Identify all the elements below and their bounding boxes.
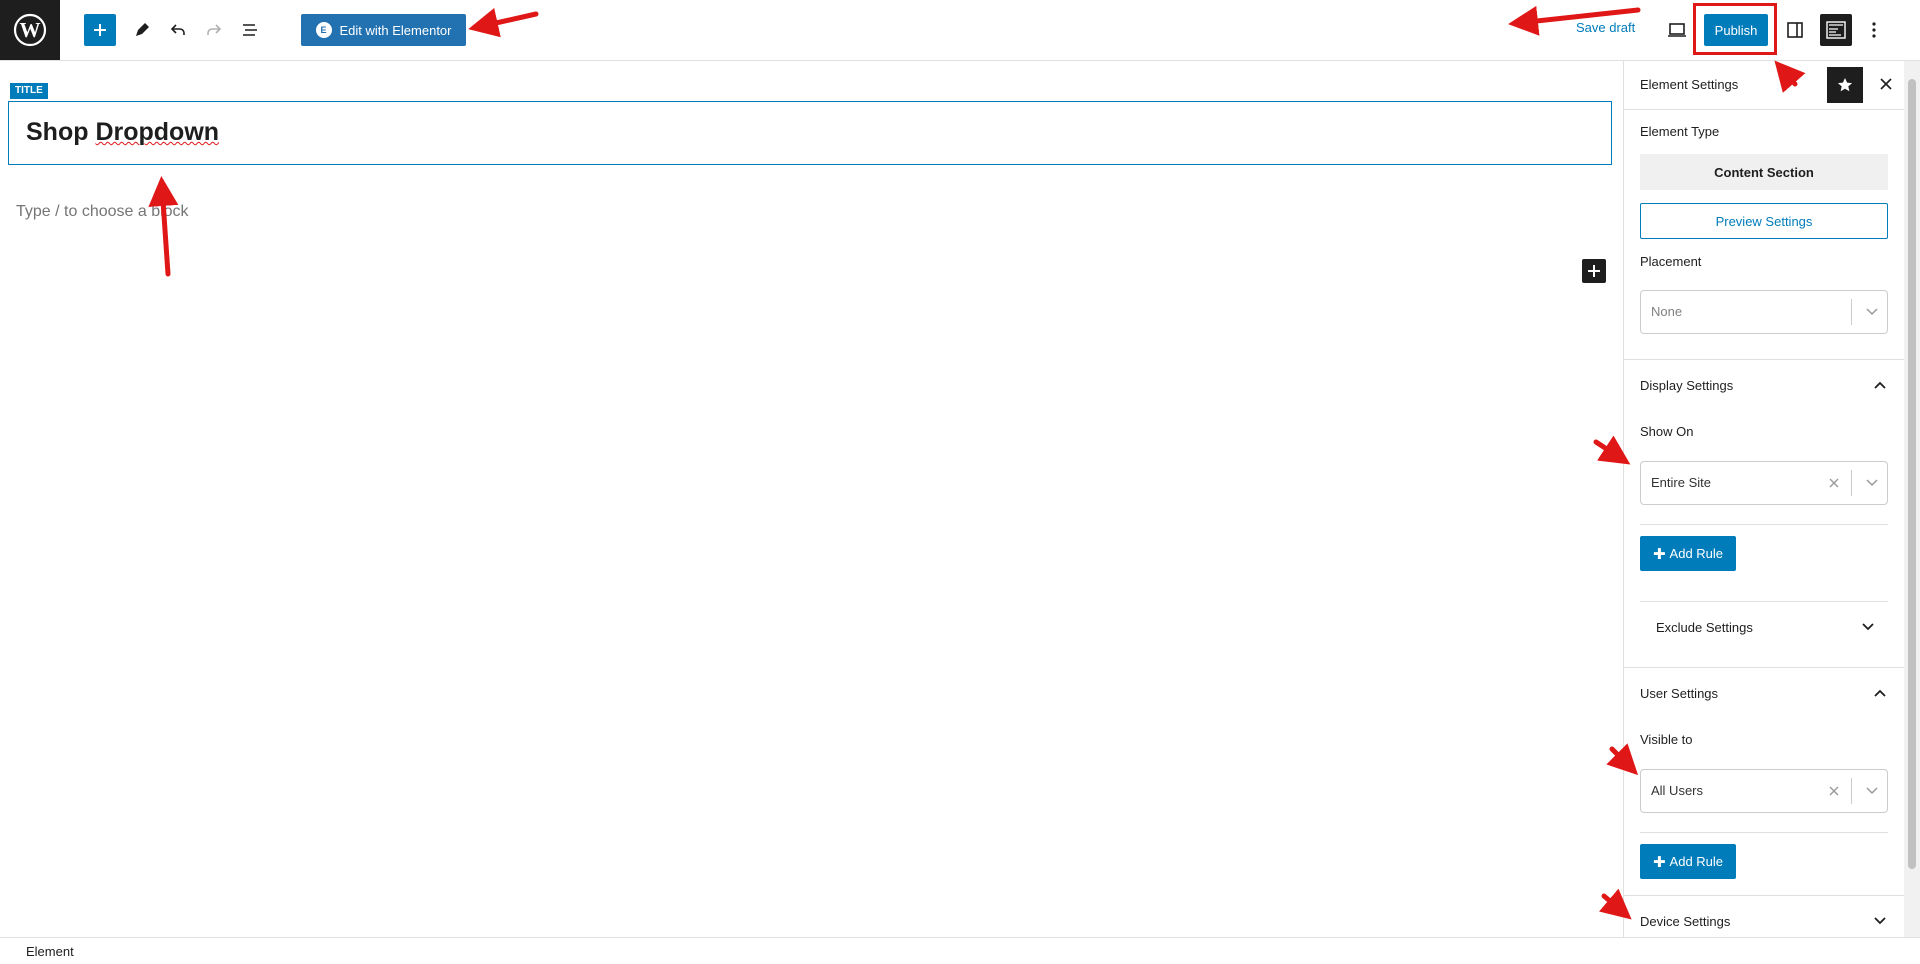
breadcrumb-item[interactable]: Element [26, 944, 74, 959]
clear-x-icon[interactable] [1825, 782, 1843, 800]
plus-icon: ✚ [1652, 545, 1666, 563]
add-rule-label: Add Rule [1669, 854, 1724, 869]
undo-button[interactable] [166, 16, 190, 44]
wordpress-logo-button[interactable]: W [0, 0, 60, 60]
preview-settings-button[interactable]: Preview Settings [1640, 203, 1888, 239]
add-display-rule-button[interactable]: ✚ Add Rule [1640, 536, 1736, 571]
sidebar-scrollbar[interactable] [1904, 61, 1920, 937]
list-view-icon [243, 24, 257, 36]
display-settings-title[interactable]: Display Settings [1640, 378, 1733, 393]
block-appender-placeholder[interactable]: Type / to choose a block [16, 203, 189, 221]
exclude-settings-title[interactable]: Exclude Settings [1656, 620, 1753, 635]
device-settings-toggle[interactable] [1871, 912, 1889, 930]
sidebar-scrollbar-thumb[interactable] [1908, 79, 1916, 869]
rule-divider [1640, 601, 1888, 602]
plugin-sidebar-button[interactable] [1820, 14, 1852, 46]
chevron-down-icon[interactable] [1863, 782, 1881, 800]
title-block-label: TITLE [10, 83, 48, 99]
show-on-select-value: Entire Site [1651, 475, 1711, 490]
star-icon [1837, 78, 1853, 92]
chevron-up-icon [1874, 689, 1886, 697]
plus-icon [94, 24, 106, 36]
close-sidebar-button[interactable] [1873, 71, 1899, 97]
element-type-label: Element Type [1640, 124, 1720, 139]
exclude-settings-toggle[interactable] [1859, 618, 1877, 636]
preview-button[interactable] [1664, 16, 1690, 44]
visible-to-label: Visible to [1640, 732, 1693, 747]
publish-highlight-box [1693, 3, 1777, 55]
post-title-block[interactable]: Shop Dropdown [8, 101, 1612, 165]
chevron-up-icon [1874, 381, 1886, 389]
block-inserter-button[interactable] [84, 14, 116, 46]
device-settings-title[interactable]: Device Settings [1640, 914, 1730, 929]
chevron-down-icon[interactable] [1863, 303, 1881, 321]
ui-fill-icon [1826, 21, 1846, 39]
placement-select[interactable]: None [1640, 290, 1888, 334]
sidebar-header: Element Settings [1624, 61, 1905, 110]
rule-divider [1640, 524, 1888, 525]
edit-with-elementor-button[interactable]: E Edit with Elementor [301, 14, 466, 46]
editor-canvas [0, 61, 1623, 937]
user-settings-title[interactable]: User Settings [1640, 686, 1718, 701]
select-separator [1851, 470, 1852, 496]
pencil-icon [136, 23, 149, 36]
visible-to-select-value: All Users [1651, 783, 1704, 798]
undo-icon [170, 24, 185, 35]
elementor-icon: E [315, 22, 332, 38]
block-breadcrumb-bar: Element [0, 937, 1920, 964]
section-divider [1624, 359, 1905, 360]
plus-icon [1588, 265, 1600, 277]
placement-select-value: None [1651, 304, 1683, 319]
select-separator [1851, 778, 1852, 804]
options-menu-button[interactable] [1862, 16, 1886, 44]
document-overview-button[interactable] [238, 16, 262, 44]
add-rule-label: Add Rule [1669, 546, 1724, 561]
wordpress-logo-icon: W [13, 13, 47, 47]
editor-top-bar: W E Edit with Elementor Save draft Publi… [0, 0, 1920, 61]
close-icon [1880, 78, 1892, 90]
sidebar-title: Element Settings [1640, 77, 1739, 92]
more-vertical-icon [1872, 22, 1876, 38]
edit-with-elementor-label: Edit with Elementor [339, 22, 452, 38]
save-draft-button[interactable]: Save draft [1576, 20, 1635, 35]
post-title-word-1: Shop [26, 118, 89, 146]
redo-icon [207, 24, 222, 35]
add-block-button[interactable] [1582, 259, 1606, 283]
element-settings-sidebar: Element Settings Element Type Content Se… [1623, 61, 1905, 937]
clear-x-icon[interactable] [1825, 474, 1843, 492]
section-divider [1624, 895, 1905, 896]
plus-icon: ✚ [1652, 853, 1666, 871]
select-separator [1851, 299, 1852, 325]
desktop-preview-icon [1668, 23, 1686, 37]
chevron-down-icon [1874, 917, 1886, 925]
user-settings-toggle[interactable] [1871, 684, 1889, 702]
show-on-select[interactable]: Entire Site [1640, 461, 1888, 505]
chevron-down-icon[interactable] [1863, 474, 1881, 492]
svg-text:W: W [20, 18, 41, 42]
visible-to-select[interactable]: All Users [1640, 769, 1888, 813]
section-divider [1624, 667, 1905, 668]
post-title[interactable]: Shop Dropdown [26, 118, 219, 147]
placement-label: Placement [1640, 254, 1702, 269]
pin-sidebar-button[interactable] [1827, 67, 1863, 103]
element-type-value: Content Section [1640, 154, 1888, 190]
sidebar-toggle-icon [1787, 22, 1803, 38]
post-title-word-2: Dropdown [95, 118, 220, 146]
tools-button[interactable] [130, 16, 154, 44]
settings-sidebar-toggle[interactable] [1782, 16, 1808, 44]
show-on-label: Show On [1640, 424, 1694, 439]
display-settings-toggle[interactable] [1871, 376, 1889, 394]
chevron-down-icon [1862, 623, 1874, 631]
add-user-rule-button[interactable]: ✚ Add Rule [1640, 844, 1736, 879]
rule-divider [1640, 832, 1888, 833]
redo-button[interactable] [202, 16, 226, 44]
